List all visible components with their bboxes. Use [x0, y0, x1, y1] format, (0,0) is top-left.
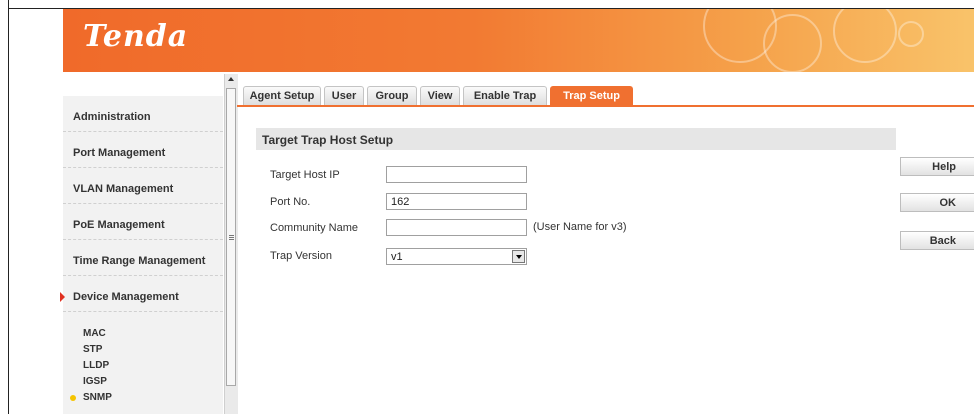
community-name-input[interactable]	[386, 219, 527, 236]
target-host-ip-input[interactable]	[386, 166, 527, 183]
tab-user[interactable]: User	[324, 86, 364, 105]
tenda-logo: Tenda	[83, 19, 189, 54]
community-name-hint: (User Name for v3)	[533, 221, 627, 233]
section-title: Target Trap Host Setup	[262, 133, 394, 147]
sidebar-scrollbar[interactable]	[224, 74, 238, 414]
tab-group[interactable]: Group	[367, 86, 417, 105]
sidebar-item-device-management[interactable]: Device Management	[60, 276, 223, 312]
app-header: Tenda	[63, 9, 974, 72]
window-left-border	[0, 0, 9, 414]
sidebar-item-poe-management[interactable]: PoE Management	[63, 204, 223, 240]
scrollbar-thumb[interactable]	[226, 88, 236, 386]
back-button[interactable]: Back	[900, 231, 974, 250]
header-decoration	[833, 9, 897, 63]
header-decoration	[763, 14, 822, 72]
sidebar-subitem-stp[interactable]: STP	[63, 342, 223, 358]
header-decoration	[898, 21, 924, 47]
section-header: Target Trap Host Setup	[256, 128, 896, 150]
tab-enable-trap[interactable]: Enable Trap	[463, 86, 547, 105]
sidebar-item-time-range-management[interactable]: Time Range Management	[63, 240, 223, 276]
sidebar-item-port-management[interactable]: Port Management	[63, 132, 223, 168]
trap-version-label: Trap Version	[270, 250, 332, 262]
sidebar-nav: Administration Port Management VLAN Mana…	[60, 96, 223, 414]
port-no-input[interactable]	[386, 193, 527, 210]
community-name-label: Community Name	[270, 222, 359, 234]
port-no-label: Port No.	[270, 196, 311, 208]
trap-version-select[interactable]: v1	[386, 248, 527, 265]
trap-version-value: v1	[391, 251, 403, 263]
grip-icon	[229, 235, 234, 236]
chevron-down-icon[interactable]	[512, 250, 525, 263]
sidebar-item-administration[interactable]: Administration	[63, 96, 223, 132]
tab-view[interactable]: View	[420, 86, 460, 105]
help-button[interactable]: Help	[900, 157, 974, 176]
sidebar-subitem-snmp[interactable]: SNMP	[63, 390, 223, 406]
tab-trap-setup[interactable]: Trap Setup	[550, 86, 633, 107]
sidebar-subitem-igsp[interactable]: IGSP	[63, 374, 223, 390]
scroll-up-arrow-icon[interactable]	[228, 77, 234, 81]
target-host-ip-label: Target Host IP	[270, 169, 340, 181]
sidebar-subitem-lldp[interactable]: LLDP	[63, 358, 223, 374]
sidebar-item-vlan-management[interactable]: VLAN Management	[63, 168, 223, 204]
sidebar-subitem-mac[interactable]: MAC	[63, 326, 223, 342]
tab-agent-setup[interactable]: Agent Setup	[243, 86, 321, 105]
ok-button[interactable]: OK	[900, 193, 974, 212]
window-top-border	[0, 0, 974, 9]
